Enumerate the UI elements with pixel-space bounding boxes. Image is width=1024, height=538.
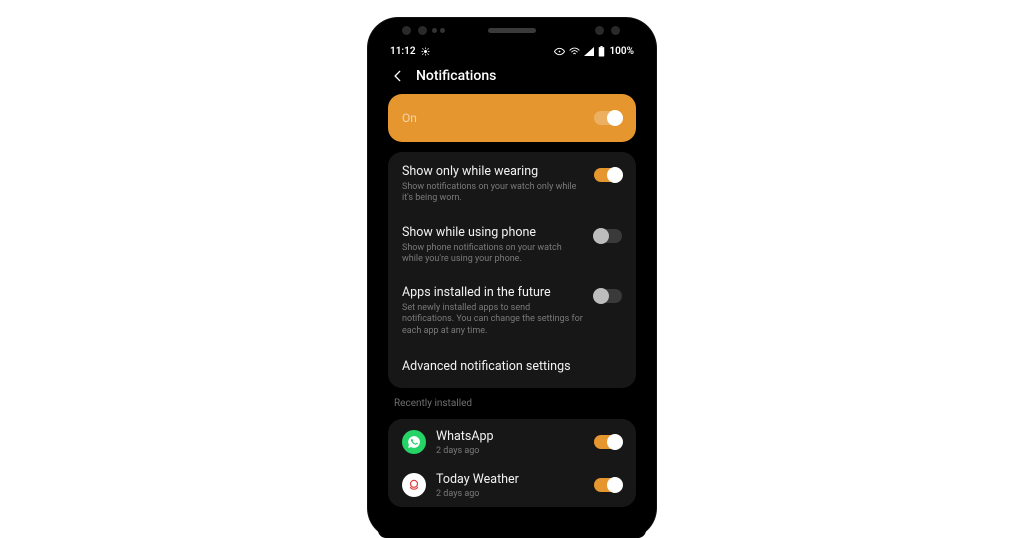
advanced-label: Advanced notification settings: [402, 359, 571, 374]
wifi-icon: [569, 47, 580, 56]
app-row-today-weather[interactable]: Today Weather 2 days ago: [388, 464, 636, 507]
battery-icon: [598, 46, 605, 57]
whatsapp-icon: [402, 430, 426, 454]
setting-show-only-while-wearing[interactable]: Show only while wearing Show notificatio…: [388, 154, 636, 215]
chevron-left-icon: [391, 69, 405, 83]
battery-percent: 100%: [609, 46, 634, 57]
setting-title: Show while using phone: [402, 225, 584, 240]
app-row-whatsapp[interactable]: WhatsApp 2 days ago: [388, 421, 636, 464]
section-label-recently-installed: Recently installed: [388, 398, 636, 409]
back-button[interactable]: [390, 68, 406, 84]
settings-card: Show only while wearing Show notificatio…: [388, 152, 636, 388]
status-bar: 11:12 100%: [378, 40, 646, 62]
master-toggle-switch[interactable]: [594, 111, 622, 125]
signal-icon: [584, 47, 594, 56]
app-name: Today Weather: [436, 472, 584, 487]
screen: 11:12 100% Notifications On: [378, 40, 646, 538]
toggle-switch[interactable]: [594, 168, 622, 182]
eye-icon: [554, 47, 565, 56]
page-title: Notifications: [416, 68, 496, 84]
setting-sub: Show notifications on your watch only wh…: [402, 182, 584, 205]
setting-show-while-using-phone[interactable]: Show while using phone Show phone notifi…: [388, 215, 636, 276]
setting-sub: Show phone notifications on your watch w…: [402, 243, 584, 266]
app-sub: 2 days ago: [436, 446, 584, 456]
setting-sub: Set newly installed apps to send notific…: [402, 303, 584, 337]
setting-title: Show only while wearing: [402, 164, 584, 179]
phone-frame: 11:12 100% Notifications On: [368, 18, 656, 538]
master-toggle-card[interactable]: On: [388, 94, 636, 142]
app-bar: Notifications: [378, 62, 646, 94]
master-toggle-label: On: [402, 111, 417, 125]
toggle-switch[interactable]: [594, 478, 622, 492]
setting-title: Apps installed in the future: [402, 285, 584, 300]
status-time: 11:12: [390, 46, 416, 57]
app-sub: 2 days ago: [436, 489, 584, 499]
toggle-switch[interactable]: [594, 435, 622, 449]
today-weather-icon: [402, 473, 426, 497]
toggle-switch[interactable]: [594, 229, 622, 243]
setting-apps-installed-future[interactable]: Apps installed in the future Set newly i…: [388, 275, 636, 347]
content: On Show only while wearing Show notifica…: [378, 94, 646, 517]
recently-installed-card: WhatsApp 2 days ago Today Weather 2 days…: [388, 419, 636, 507]
phone-notch: [368, 18, 656, 42]
settings-indicator-icon: [421, 47, 430, 56]
advanced-notification-settings[interactable]: Advanced notification settings: [388, 347, 636, 386]
toggle-switch[interactable]: [594, 289, 622, 303]
app-name: WhatsApp: [436, 429, 584, 444]
